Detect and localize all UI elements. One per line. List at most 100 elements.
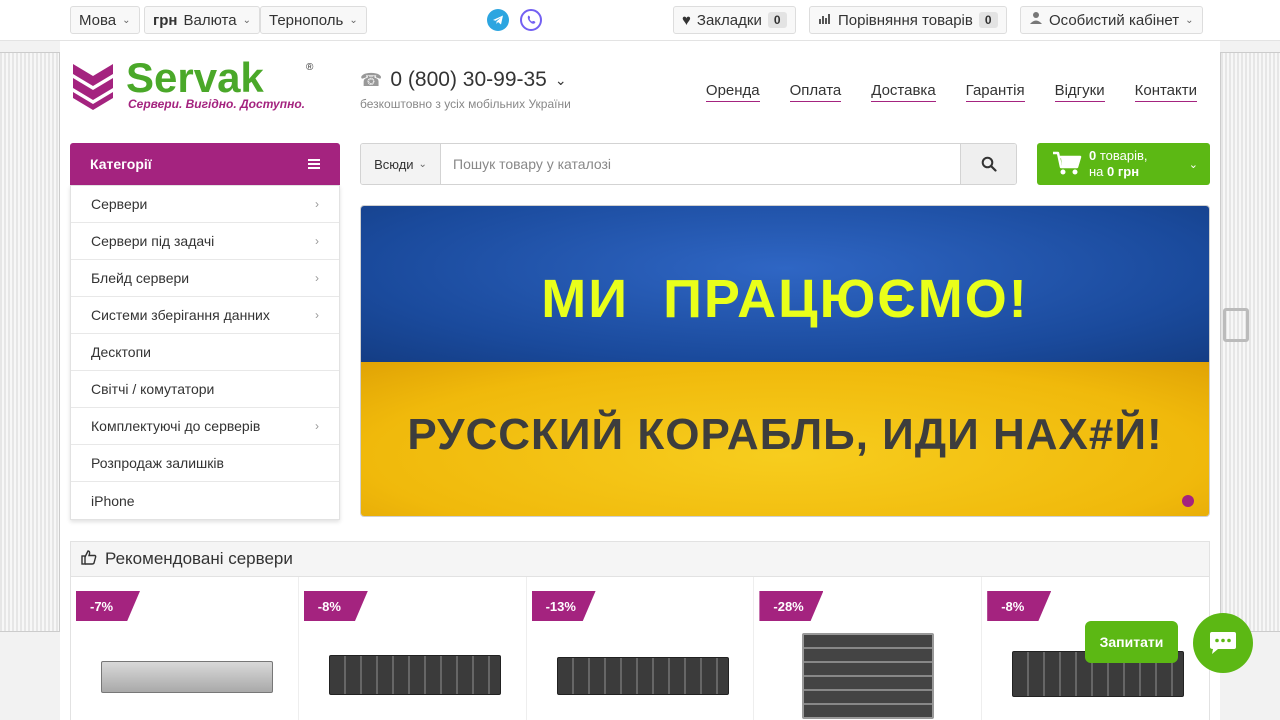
city-label: Тернополь bbox=[269, 11, 344, 29]
category-item-server-components[interactable]: Комплектуючі до серверів › bbox=[71, 408, 339, 445]
cart-summary: 0 товарів, на 0 грн bbox=[1089, 148, 1189, 180]
cart-button[interactable]: 0 товарів, на 0 грн ⌄ bbox=[1037, 143, 1210, 185]
search-scope-dropdown[interactable]: Всюди ⌄ bbox=[361, 144, 441, 184]
nav-link-reviews[interactable]: Відгуки bbox=[1054, 82, 1105, 102]
chevron-down-icon: ⌄ bbox=[554, 71, 567, 88]
cart-total: 0 грн bbox=[1107, 164, 1140, 179]
header-nav: Оренда Оплата Доставка Гарантія Відгуки … bbox=[705, 82, 1197, 102]
category-label: Світчі / комутатори bbox=[91, 381, 215, 397]
side-decoration-left bbox=[0, 52, 60, 632]
banner-subheadline: РУССКИЙ КОРАБЛЬ, ИДИ НАХ#Й! bbox=[407, 410, 1163, 459]
banner-headline: МИ ПРАЦЮЄМО! bbox=[541, 269, 1029, 329]
top-bar: Мова ⌄ грн Валюта ⌄ Тернополь ⌄ ♥ Заклад… bbox=[0, 0, 1280, 41]
categories-header[interactable]: Категорії bbox=[70, 143, 340, 185]
categories-list: Сервери › Сервери під задачі › Блейд серве… bbox=[70, 185, 340, 520]
category-item-storage-systems[interactable]: Системи зберігання данних › bbox=[71, 297, 339, 334]
compare-count-badge: 0 bbox=[978, 12, 998, 28]
cart-count: 0 bbox=[1089, 148, 1097, 163]
account-dropdown[interactable]: Особистий кабінет ⌄ bbox=[1020, 6, 1203, 34]
site-logo[interactable]: Servak ® Сервери. Вигідно. Доступно. bbox=[70, 54, 320, 114]
slider-dot[interactable] bbox=[1182, 495, 1194, 507]
category-item-blade-servers[interactable]: Блейд сервери › bbox=[71, 260, 339, 297]
chevron-down-icon: ⌄ bbox=[122, 14, 131, 26]
category-item-desktops[interactable]: Десктопи bbox=[71, 334, 339, 371]
product-image[interactable] bbox=[328, 655, 501, 695]
discount-badge: -8% bbox=[987, 591, 1052, 621]
chat-bubble-icon bbox=[1210, 632, 1236, 654]
product-card[interactable]: -8% bbox=[299, 577, 527, 720]
viber-icon[interactable] bbox=[520, 9, 542, 31]
logo-tagline: Сервери. Вигідно. Доступно. bbox=[128, 97, 305, 111]
logo-name: Servak bbox=[126, 54, 264, 101]
product-card[interactable]: -28% bbox=[754, 577, 983, 720]
chevron-down-icon: ⌄ bbox=[1185, 14, 1194, 26]
search-bar: Всюди ⌄ bbox=[360, 143, 1017, 185]
product-card[interactable]: -7% bbox=[71, 577, 299, 720]
heart-icon: ♥ bbox=[682, 11, 691, 29]
language-label: Мова bbox=[79, 11, 117, 29]
product-image[interactable] bbox=[101, 661, 273, 693]
bookmarks-button[interactable]: ♥ Закладки 0 bbox=[673, 6, 796, 34]
nav-link-rent[interactable]: Оренда bbox=[705, 82, 760, 102]
recommended-products: -7% -8% -13% -28% -8% bbox=[70, 577, 1210, 720]
category-label: Розпродаж залишків bbox=[91, 455, 224, 471]
chevron-right-icon: › bbox=[315, 419, 319, 433]
side-decoration-right bbox=[1220, 52, 1280, 632]
logo-mark-icon bbox=[73, 64, 113, 110]
bar-chart-icon bbox=[818, 12, 832, 29]
bookmarks-count-badge: 0 bbox=[767, 12, 787, 28]
chevron-down-icon: ⌄ bbox=[1188, 158, 1198, 171]
account-label: Особистий кабінет bbox=[1049, 11, 1180, 29]
category-label: Сервери під задачі bbox=[91, 233, 215, 249]
bookmarks-label: Закладки bbox=[696, 11, 762, 29]
currency-label: Валюта bbox=[183, 11, 237, 29]
category-label: Системи зберігання данних bbox=[91, 307, 270, 323]
product-image[interactable] bbox=[802, 633, 935, 719]
nav-link-warranty[interactable]: Гарантія bbox=[965, 82, 1025, 102]
ask-question-button[interactable]: Запитати bbox=[1085, 621, 1178, 663]
telegram-icon[interactable] bbox=[487, 9, 509, 31]
chevron-down-icon: ⌄ bbox=[242, 14, 251, 26]
categories-title: Категорії bbox=[90, 156, 152, 172]
currency-dropdown[interactable]: грн Валюта ⌄ bbox=[144, 6, 260, 34]
discount-badge: -28% bbox=[759, 591, 824, 621]
hero-banner[interactable]: МИ ПРАЦЮЄМО! РУССКИЙ КОРАБЛЬ, ИДИ НАХ#Й! bbox=[360, 205, 1210, 517]
recommended-title: Рекомендовані сервери bbox=[105, 549, 293, 568]
product-card[interactable]: -13% bbox=[527, 577, 755, 720]
search-icon bbox=[981, 156, 997, 172]
chevron-right-icon: › bbox=[315, 271, 319, 285]
discount-badge: -8% bbox=[303, 591, 368, 621]
chevron-right-icon: › bbox=[315, 197, 319, 211]
cart-icon bbox=[1053, 151, 1082, 175]
category-item-clearance[interactable]: Розпродаж залишків bbox=[71, 445, 339, 482]
logo-registered-mark: ® bbox=[306, 62, 314, 73]
product-image[interactable] bbox=[556, 657, 729, 695]
phone-dropdown[interactable]: ☎ 0 (800) 30-99-35 ⌄ bbox=[360, 68, 567, 92]
category-item-switches[interactable]: Світчі / комутатори bbox=[71, 371, 339, 408]
category-item-servers-for-tasks[interactable]: Сервери під задачі › bbox=[71, 223, 339, 260]
category-item-servers[interactable]: Сервери › bbox=[71, 186, 339, 223]
phone-subtitle: безкоштовно з усіх мобільних України bbox=[360, 97, 571, 111]
recommended-header: Рекомендовані сервери bbox=[70, 541, 1210, 577]
city-dropdown[interactable]: Тернополь ⌄ bbox=[260, 6, 367, 34]
compare-label: Порівняння товарів bbox=[838, 11, 973, 29]
phone-number: 0 (800) 30-99-35 bbox=[390, 68, 547, 91]
currency-code: грн bbox=[153, 11, 178, 29]
nav-link-payment[interactable]: Оплата bbox=[789, 82, 842, 102]
nav-link-delivery[interactable]: Доставка bbox=[871, 82, 936, 102]
chevron-down-icon: ⌄ bbox=[418, 158, 427, 170]
discount-badge: -7% bbox=[76, 591, 140, 621]
chevron-right-icon: › bbox=[315, 308, 319, 322]
search-input[interactable] bbox=[441, 144, 960, 184]
category-label: Сервери bbox=[91, 196, 148, 212]
category-label: Комплектуючі до серверів bbox=[91, 418, 261, 434]
chevron-down-icon: ⌄ bbox=[349, 14, 358, 26]
category-label: Десктопи bbox=[91, 344, 151, 360]
search-button[interactable] bbox=[960, 144, 1016, 184]
nav-link-contacts[interactable]: Контакти bbox=[1134, 82, 1197, 102]
category-item-iphone[interactable]: iPhone bbox=[71, 482, 339, 519]
chat-button[interactable] bbox=[1193, 613, 1253, 673]
chevron-right-icon: › bbox=[315, 234, 319, 248]
language-dropdown[interactable]: Мова ⌄ bbox=[70, 6, 140, 34]
compare-button[interactable]: Порівняння товарів 0 bbox=[809, 6, 1007, 34]
